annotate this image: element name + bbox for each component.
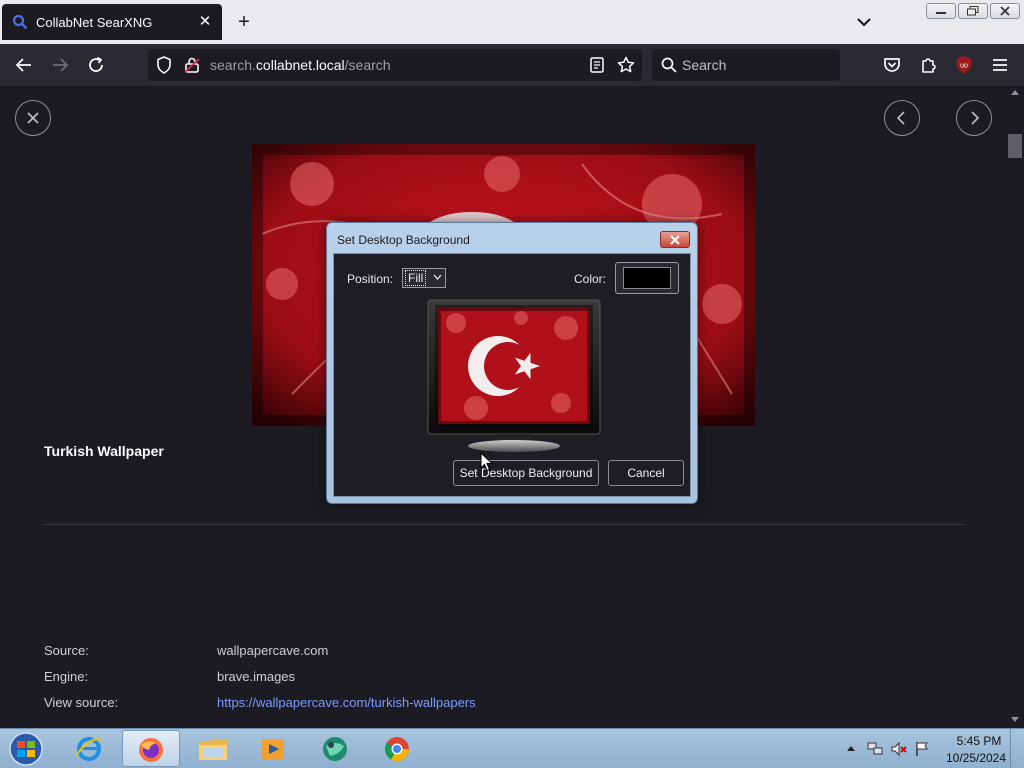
windows-start-orb-icon bbox=[9, 732, 43, 766]
view-source-link[interactable]: https://wallpapercave.com/turkish-wallpa… bbox=[217, 695, 476, 710]
chevron-right-icon bbox=[971, 111, 980, 125]
volume-muted-icon[interactable] bbox=[890, 741, 908, 757]
dialog-title: Set Desktop Background bbox=[337, 233, 470, 247]
set-desktop-background-dialog: Set Desktop Background Position: Fill Co… bbox=[326, 222, 698, 504]
scroll-up-icon[interactable] bbox=[1010, 88, 1020, 96]
color-picker-button[interactable] bbox=[615, 262, 679, 294]
clock-date[interactable]: 10/25/2024 bbox=[940, 751, 1012, 765]
tab-title: CollabNet SearXNG bbox=[36, 14, 153, 30]
engine-label: Engine: bbox=[44, 669, 89, 684]
show-desktop-button[interactable] bbox=[1010, 729, 1024, 768]
start-button[interactable] bbox=[4, 730, 48, 768]
position-select[interactable]: Fill bbox=[402, 268, 446, 288]
insecure-lock-icon[interactable] bbox=[182, 55, 202, 75]
dialog-close-button[interactable] bbox=[660, 231, 690, 248]
system-tray: 5:45 PM 10/25/2024 bbox=[842, 729, 1024, 768]
color-swatch bbox=[623, 267, 671, 289]
tab-strip: CollabNet SearXNG ✕ + bbox=[0, 0, 1024, 44]
image-title: Turkish Wallpaper bbox=[44, 443, 164, 459]
menu-button[interactable] bbox=[988, 53, 1012, 77]
bookmark-star-icon[interactable] bbox=[616, 55, 636, 75]
internet-explorer-icon bbox=[75, 737, 103, 761]
set-desktop-background-button[interactable]: Set Desktop Background bbox=[453, 460, 599, 486]
globe-app-icon bbox=[323, 737, 347, 761]
close-image-button[interactable] bbox=[15, 100, 51, 136]
search-placeholder: Search bbox=[682, 57, 727, 73]
monitor-preview bbox=[427, 299, 601, 452]
close-window-button[interactable] bbox=[990, 3, 1020, 19]
ublock-origin-icon: uo bbox=[957, 56, 971, 74]
minimize-button[interactable] bbox=[926, 3, 956, 19]
restore-icon bbox=[967, 6, 979, 16]
mouse-cursor-icon bbox=[480, 452, 494, 472]
puzzle-icon bbox=[922, 58, 936, 73]
back-button[interactable] bbox=[12, 53, 36, 77]
searxng-icon bbox=[12, 14, 28, 30]
pocket-icon bbox=[884, 58, 900, 72]
close-icon bbox=[670, 235, 680, 245]
hamburger-menu-icon bbox=[993, 59, 1007, 71]
restore-button[interactable] bbox=[958, 3, 988, 19]
chevron-down-icon bbox=[433, 274, 442, 280]
scroll-down-icon[interactable] bbox=[1010, 716, 1020, 724]
dialog-body: Position: Fill Color: Set Desktop Backgr… bbox=[333, 253, 691, 497]
close-tab-icon[interactable]: ✕ bbox=[196, 13, 214, 31]
url-domain: collabnet.local bbox=[255, 57, 345, 73]
close-icon bbox=[1000, 6, 1010, 16]
reload-icon bbox=[89, 56, 103, 72]
forward-button[interactable] bbox=[48, 53, 72, 77]
clock-time[interactable]: 5:45 PM bbox=[946, 734, 1012, 748]
cancel-button[interactable]: Cancel bbox=[608, 460, 684, 486]
scrollbar-thumb[interactable] bbox=[1008, 134, 1022, 158]
network-icon[interactable] bbox=[866, 741, 884, 757]
windows-taskbar: 5:45 PM 10/25/2024 bbox=[0, 728, 1024, 768]
list-all-tabs-button[interactable] bbox=[852, 10, 876, 34]
extensions-button[interactable] bbox=[916, 53, 940, 77]
chevron-left-icon bbox=[896, 111, 905, 125]
color-label: Color: bbox=[574, 272, 607, 286]
taskbar-media-player[interactable] bbox=[244, 730, 302, 767]
position-selected-value: Fill bbox=[405, 270, 427, 286]
divider bbox=[44, 524, 964, 525]
taskbar-file-explorer[interactable] bbox=[184, 730, 242, 767]
address-bar[interactable]: search.collabnet.local/search bbox=[148, 49, 642, 81]
position-label: Position: bbox=[347, 272, 394, 286]
show-hidden-icons-icon[interactable] bbox=[846, 744, 856, 752]
minimize-icon bbox=[936, 12, 946, 14]
url-prefix: search. bbox=[210, 57, 256, 73]
shield-icon[interactable] bbox=[154, 55, 174, 75]
source-value: wallpapercave.com bbox=[217, 643, 329, 658]
action-center-flag-icon[interactable] bbox=[914, 741, 930, 757]
search-bar[interactable]: Search bbox=[652, 49, 840, 81]
svg-text:uo: uo bbox=[960, 63, 968, 70]
taskbar-globe-app[interactable] bbox=[306, 730, 364, 767]
reader-view-icon[interactable] bbox=[588, 56, 606, 74]
chrome-icon bbox=[384, 737, 409, 762]
navigation-toolbar: search.collabnet.local/search Search uo bbox=[0, 44, 1024, 86]
previous-image-button[interactable] bbox=[884, 100, 920, 136]
arrow-right-icon bbox=[53, 58, 69, 72]
arrow-left-icon bbox=[15, 58, 31, 72]
page-scrollbar[interactable] bbox=[1006, 86, 1024, 728]
ublock-button[interactable]: uo bbox=[952, 53, 976, 77]
folder-icon bbox=[199, 739, 227, 760]
taskbar-chrome[interactable] bbox=[368, 730, 426, 767]
source-label: Source: bbox=[44, 643, 89, 658]
media-player-icon bbox=[262, 739, 284, 759]
firefox-icon bbox=[139, 738, 163, 762]
reload-button[interactable] bbox=[84, 53, 108, 77]
view-source-label: View source: bbox=[44, 695, 119, 710]
close-icon bbox=[27, 112, 39, 124]
url-path: /search bbox=[344, 57, 391, 73]
url-text: search.collabnet.local/search bbox=[210, 57, 391, 73]
tab-searxng[interactable]: CollabNet SearXNG ✕ bbox=[2, 4, 222, 40]
taskbar-internet-explorer[interactable] bbox=[60, 730, 118, 767]
engine-value: brave.images bbox=[217, 669, 296, 684]
pocket-button[interactable] bbox=[880, 53, 904, 77]
chevron-down-icon bbox=[857, 18, 871, 27]
next-image-button[interactable] bbox=[956, 100, 992, 136]
search-icon bbox=[661, 57, 677, 73]
new-tab-button[interactable]: + bbox=[232, 10, 256, 34]
taskbar-firefox[interactable] bbox=[122, 730, 180, 767]
